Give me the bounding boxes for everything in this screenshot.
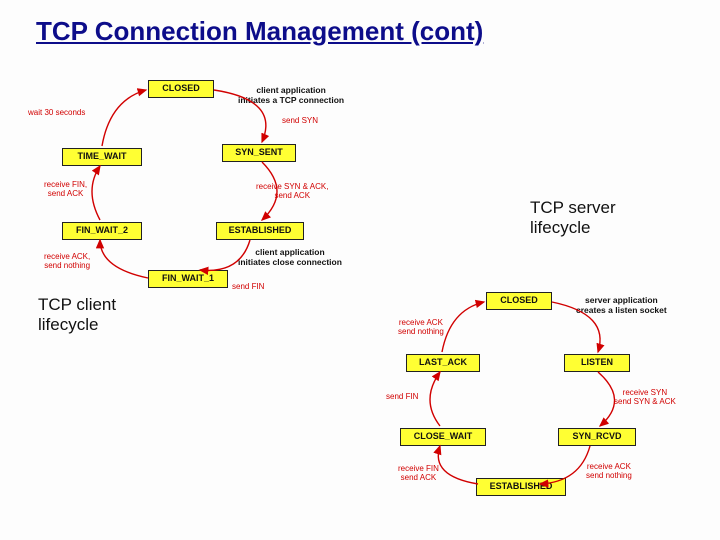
edge-client-recv-synack: receive SYN & ACK, send ACK — [256, 182, 328, 200]
state-client-fin-wait-1: FIN_WAIT_1 — [148, 270, 228, 288]
page-title: TCP Connection Management (cont) — [36, 16, 483, 47]
edge-server-recv-ack2: receive ACK send nothing — [398, 318, 444, 336]
state-server-established: ESTABLISHED — [476, 478, 566, 496]
edge-client-send-fin: send FIN — [232, 282, 264, 291]
client-lifecycle-label: TCP client lifecycle — [38, 295, 116, 334]
edge-client-wait30: wait 30 seconds — [28, 108, 85, 117]
state-server-closed: CLOSED — [486, 292, 552, 310]
state-client-fin-wait-2: FIN_WAIT_2 — [62, 222, 142, 240]
edge-server-send-fin: send FIN — [386, 392, 418, 401]
edge-server-recv-fin: receive FIN send ACK — [398, 464, 439, 482]
state-server-close-wait: CLOSE_WAIT — [400, 428, 486, 446]
state-client-syn-sent: SYN_SENT — [222, 144, 296, 162]
state-client-closed: CLOSED — [148, 80, 214, 98]
state-client-time-wait: TIME_WAIT — [62, 148, 142, 166]
state-server-syn-rcvd: SYN_RCVD — [558, 428, 636, 446]
edge-client-recv-ack: receive ACK, send nothing — [44, 252, 90, 270]
edge-server-recv-ack: receive ACK send nothing — [586, 462, 632, 480]
state-client-established: ESTABLISHED — [216, 222, 304, 240]
edge-client-send-syn: send SYN — [282, 116, 318, 125]
edge-server-recv-syn: receive SYN send SYN & ACK — [614, 388, 676, 406]
server-lifecycle-label: TCP server lifecycle — [530, 198, 616, 237]
note-server-create-socket: server application creates a listen sock… — [576, 296, 667, 316]
state-server-last-ack: LAST_ACK — [406, 354, 480, 372]
edge-client-recv-fin: receive FIN, send ACK — [44, 180, 87, 198]
diagram-arrows — [0, 0, 720, 540]
state-server-listen: LISTEN — [564, 354, 630, 372]
note-client-init: client application initiates a TCP conne… — [238, 86, 344, 106]
note-client-close: client application initiates close conne… — [238, 248, 342, 268]
